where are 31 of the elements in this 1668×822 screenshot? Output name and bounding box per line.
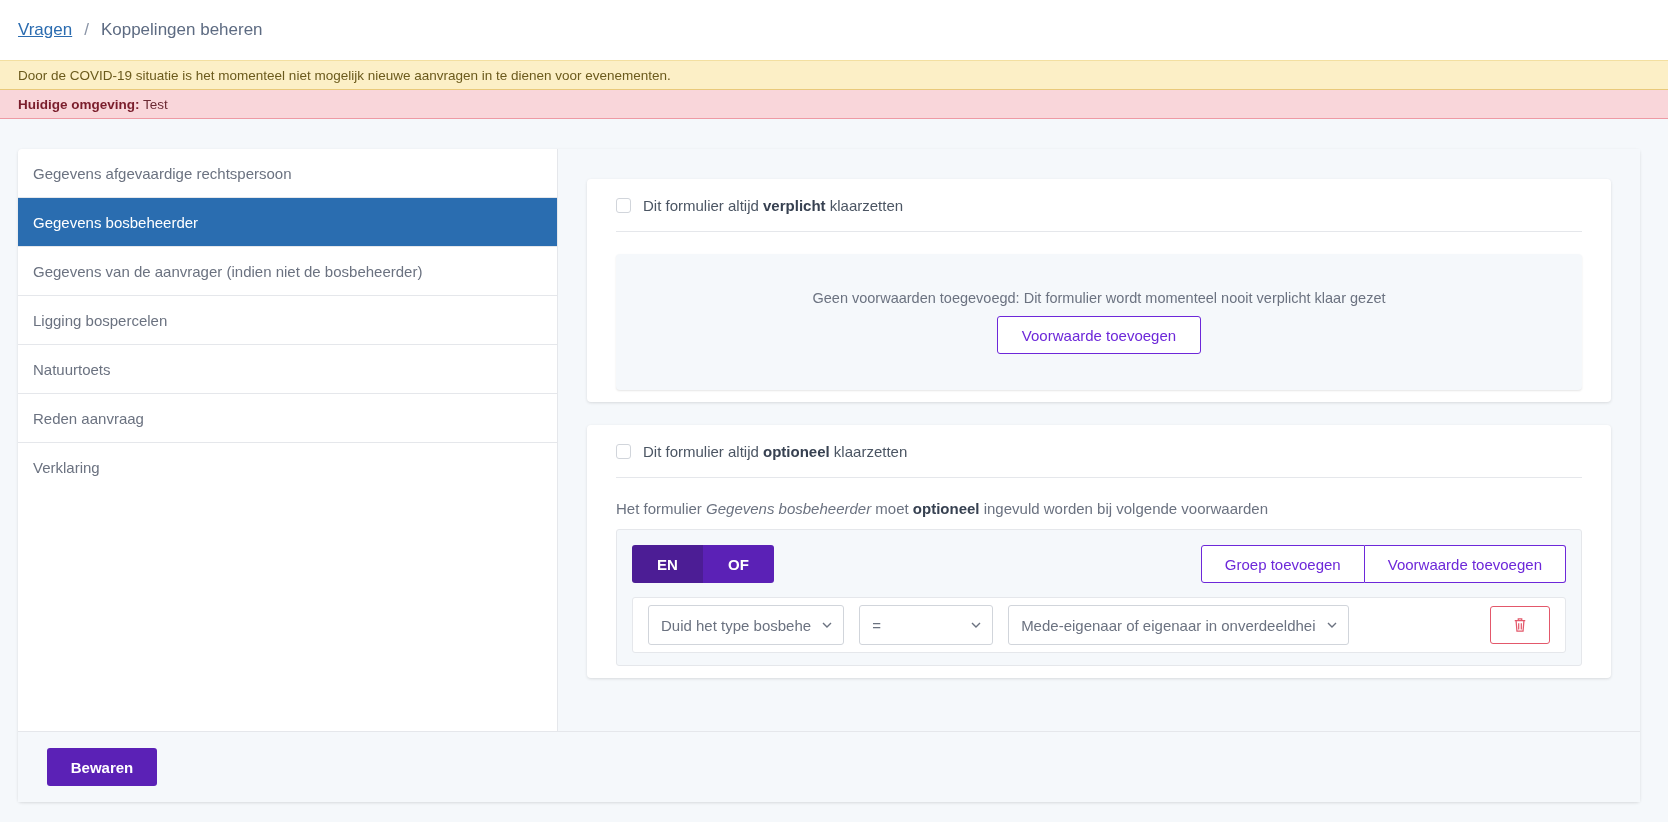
- sidebar-item[interactable]: Verklaring: [18, 443, 557, 491]
- description-text: Het formulier Gegevens bosbeheerder moet optioneel ingevuld worden bij volgende voorwaarden: [616, 500, 1270, 517]
- empty-state-text: Geen voorwaarden toegevoegd: Dit formulier wordt momenteel nooit verplicht klaar gezet: [812, 290, 1386, 306]
- chevron-down-icon: [970, 621, 983, 629]
- sidebar-item[interactable]: Natuurtoets: [18, 345, 557, 394]
- trash-icon: [1513, 617, 1527, 633]
- delete-button[interactable]: [1490, 606, 1550, 644]
- operator-toggle[interactable]: EN: [632, 545, 703, 583]
- chevron-down-icon: [821, 621, 834, 629]
- add-group-button[interactable]: Groep toevoegen: [1200, 545, 1365, 583]
- breadcrumb-current: Koppelingen beheren: [100, 20, 263, 40]
- field-select[interactable]: Duid het type bosbehe: [648, 605, 845, 645]
- operator-toggle[interactable]: OF: [703, 545, 774, 583]
- checkbox[interactable]: [616, 197, 631, 213]
- add-condition-button[interactable]: Voorwaarde toevoegen: [996, 316, 1202, 354]
- environment-text: Huidige omgeving: Test: [18, 96, 168, 112]
- notice-text: Door de COVID-19 situatie is het momenteel niet mogelijk nieuwe aanvragen in te dienen voor evenementen.: [18, 67, 671, 83]
- checkbox[interactable]: [616, 443, 631, 459]
- chevron-down-icon: [1325, 621, 1338, 629]
- breadcrumb-link[interactable]: Vragen: [18, 20, 73, 40]
- sidebar-item[interactable]: Reden aanvraag: [18, 394, 557, 443]
- sidebar-item[interactable]: Gegevens van de aanvrager (indien niet de bosbeheerder): [18, 247, 557, 296]
- checkbox-label: Dit formulier altijd optioneel klaarzetten: [643, 442, 908, 460]
- add-condition-button[interactable]: Voorwaarde toevoegen: [1364, 545, 1566, 583]
- sidebar-item[interactable]: Gegevens bosbeheerder: [18, 198, 557, 247]
- breadcrumb-separator: /: [84, 20, 89, 40]
- save-button[interactable]: Bewaren: [47, 748, 157, 786]
- checkbox-label: Dit formulier altijd verplicht klaarzetten: [643, 196, 904, 214]
- sidebar-item[interactable]: Ligging bospercelen: [18, 296, 557, 345]
- value-select[interactable]: Mede-eigenaar of eigenaar in onverdeeldhei: [1008, 605, 1349, 645]
- operator-select[interactable]: =: [859, 605, 994, 645]
